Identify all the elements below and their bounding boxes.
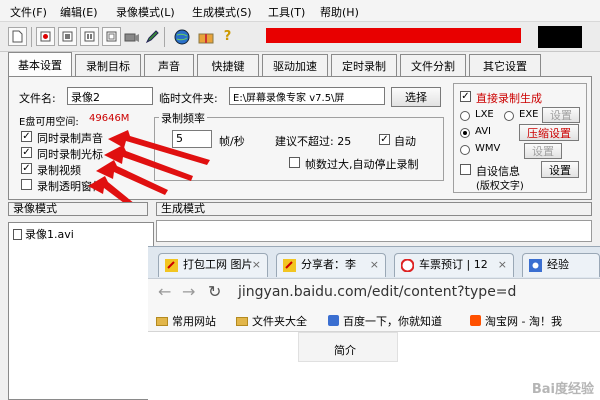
favicon-icon — [165, 259, 178, 272]
file-list: 录像1.avi — [8, 222, 154, 400]
file-name: 录像1.avi — [25, 228, 74, 241]
bookmark-item[interactable]: 百度一下，你就知道 — [328, 313, 442, 329]
favicon-icon — [283, 259, 296, 272]
record-mode-section[interactable]: 录像模式 — [8, 202, 148, 216]
browser-tab-title: 经验 — [547, 258, 569, 271]
close-icon[interactable]: × — [252, 254, 261, 276]
back-icon[interactable]: ← — [158, 282, 171, 301]
address-bar: ← → ↻ jingyan.baidu.com/edit/content?typ… — [148, 278, 600, 308]
bookmark-item[interactable]: 淘宝网 - 淘！我 — [470, 313, 562, 329]
browser-tab[interactable]: 经验 — [522, 253, 600, 277]
bookmark-item[interactable]: 文件夹大全 — [236, 313, 307, 329]
browser-tab[interactable]: 分享者：李 × — [276, 253, 386, 277]
close-icon[interactable]: × — [370, 254, 379, 276]
browser-tab-title: 打包工网 图片 — [183, 258, 253, 271]
bookmarks-bar: 常用网站 文件夹大全 百度一下，你就知道 淘宝网 - 淘！我 — [148, 308, 600, 332]
baidu-icon — [328, 315, 339, 326]
list-item[interactable]: 录像1.avi — [13, 226, 74, 242]
bookmark-item[interactable]: 常用网站 — [156, 313, 216, 329]
browser-tab[interactable]: 打包工网 图片 × — [158, 253, 268, 277]
url-input[interactable]: jingyan.baidu.com/edit/content?type=d — [238, 284, 516, 300]
folder-icon — [156, 317, 168, 326]
browser-tab[interactable]: 车票预订 | 12 × — [394, 253, 514, 277]
intro-label: 简介 — [334, 344, 356, 357]
browser-content: 简介 Bai度经验 — [148, 332, 600, 400]
gen-mode-section[interactable]: 生成模式 — [156, 202, 592, 216]
close-icon[interactable]: × — [498, 254, 507, 276]
preview-strip — [156, 220, 592, 242]
forward-icon[interactable]: → — [182, 282, 195, 301]
browser-window: 打包工网 图片 × 分享者：李 × 车票预订 | 12 × 经验 ← → ↻ jing… — [148, 246, 600, 400]
browser-tab-title: 车票预订 | 12 — [419, 258, 488, 271]
favicon-icon — [529, 259, 542, 272]
browser-tab-title: 分享者：李 — [301, 258, 356, 271]
file-icon — [13, 229, 22, 240]
watermark: Bai度经验 — [531, 382, 594, 397]
favicon-icon — [401, 259, 414, 272]
folder-icon — [236, 317, 248, 326]
reload-icon[interactable]: ↻ — [208, 282, 221, 301]
taobao-icon — [470, 315, 481, 326]
